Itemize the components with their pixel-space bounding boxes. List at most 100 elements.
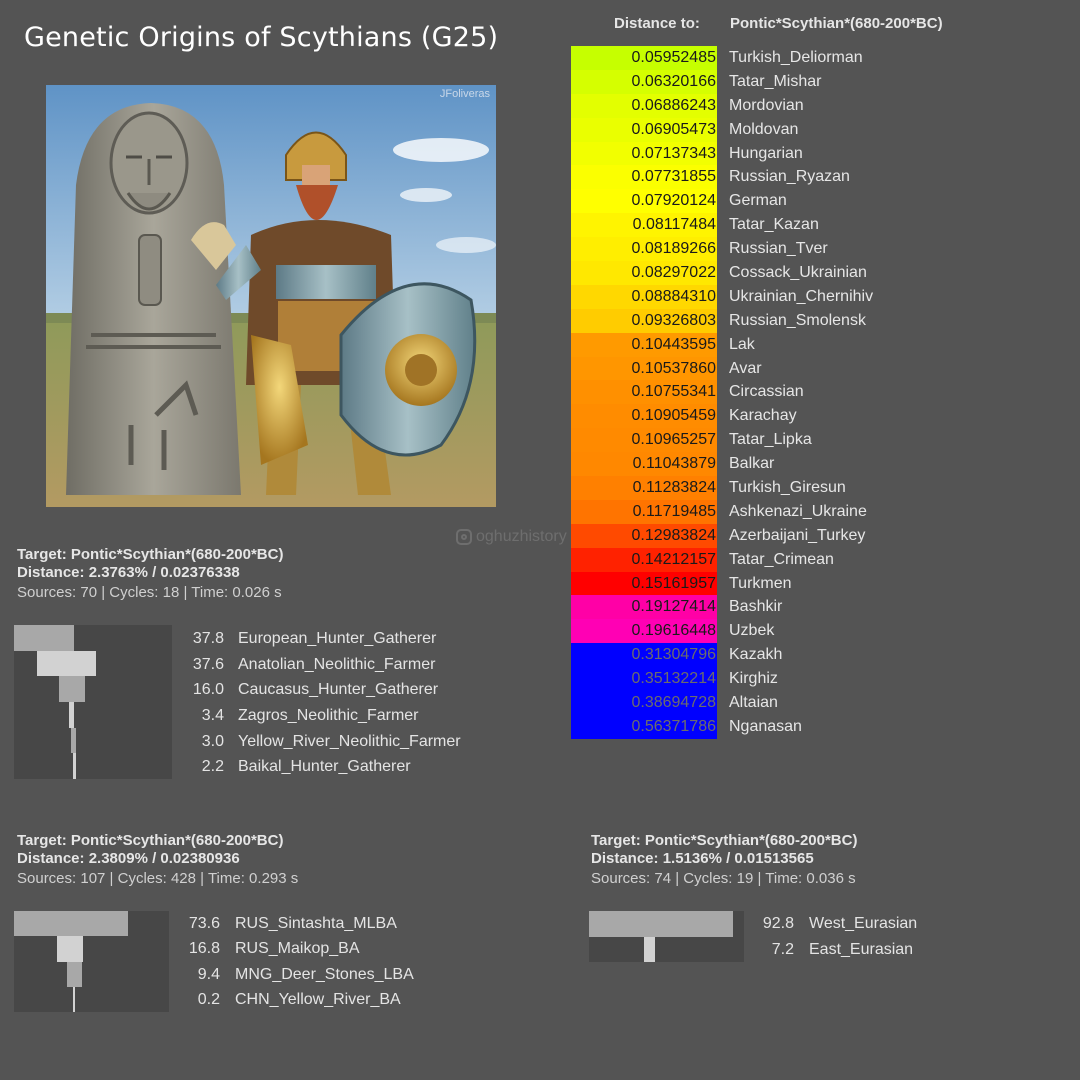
admixture-bar: [57, 936, 84, 962]
population-name: Bashkir: [729, 598, 783, 616]
population-name: Tatar_Lipka: [729, 431, 812, 449]
population-name: Turkmen: [729, 574, 792, 592]
distance-value: 0.08117484: [571, 213, 717, 238]
component-name: Anatolian_Neolithic_Farmer: [238, 655, 436, 673]
component-value: 9.4: [197, 965, 220, 983]
component-list-1: 37.8 European_Hunter_Gatherer 37.6 Anatolia…: [172, 626, 461, 780]
panel-meta: Sources: 74 | Cycles: 19 | Time: 0.036 s: [591, 870, 856, 887]
component-name: European_Hunter_Gatherer: [238, 630, 437, 647]
component-name: MNG_Deer_Stones_LBA: [235, 965, 414, 983]
distance-value: 0.35132214: [571, 667, 717, 692]
component-name: RUS_Sintashta_MLBA: [235, 915, 397, 932]
component-name: Caucasus_Hunter_Gatherer: [238, 681, 439, 699]
component-name: Zagros_Neolithic_Farmer: [238, 707, 419, 725]
admixture-bar: [70, 727, 76, 754]
component-row: 37.8 European_Hunter_Gatherer: [172, 626, 437, 652]
illustration-credit: JFoliveras: [440, 88, 491, 100]
distance-value: 0.10755341: [571, 380, 717, 405]
distance-value: 0.08297022: [571, 261, 717, 285]
population-name: Kirghiz: [729, 670, 778, 688]
panel-distance: Distance: 2.3763% / 0.02376338: [17, 564, 240, 581]
watermark-text: oghuzhistory: [476, 528, 567, 545]
distance-value: 0.31304796: [571, 643, 717, 668]
admixture-bar: [589, 911, 733, 937]
distance-value: 0.05952485: [571, 46, 717, 70]
distance-value: 0.11719485: [571, 499, 717, 524]
panel-target: Target: Pontic*Scythian*(680-200*BC): [591, 832, 858, 849]
admixture-panel-3: Target: Pontic*Scythian*(680-200*BC) Dis…: [591, 832, 857, 887]
scythian-illustration: JFoliveras: [46, 85, 496, 507]
component-name: East_Eurasian: [809, 940, 914, 958]
distance-label: Distance to:: [614, 15, 700, 32]
component-name: RUS_Maikop_BA: [235, 940, 360, 958]
distance-value: 0.10905459: [571, 404, 717, 429]
distance-value: 0.19127414: [571, 595, 717, 620]
population-name: Nganasan: [729, 717, 802, 735]
panel-distance: Distance: 2.3809% / 0.02380936: [17, 850, 240, 867]
distance-value: 0.06905473: [571, 117, 717, 142]
component-value: 16.0: [192, 681, 224, 699]
component-value: 3.0: [201, 732, 224, 750]
population-name: Russian_Ryazan: [729, 168, 850, 186]
component-value: 37.6: [192, 655, 224, 673]
distance-value: 0.12983824: [571, 523, 717, 548]
component-row: 37.6 Anatolian_Neolithic_Farmer: [172, 652, 436, 678]
admixture-bar: [14, 911, 129, 937]
distance-value: 0.06320166: [571, 69, 717, 94]
distance-value: 0.11283824: [571, 476, 717, 500]
component-row: 73.6 RUS_Sintashta_MLBA: [169, 911, 397, 936]
population-name: Uzbek: [729, 622, 775, 640]
distance-value: 0.08189266: [571, 237, 717, 262]
admixture-bar: [36, 650, 97, 677]
component-row: 92.8 West_Eurasian: [744, 911, 917, 937]
distance-value: 0.19616448: [571, 619, 717, 644]
component-value: 2.2: [201, 758, 224, 776]
distance-value: 0.07920124: [571, 189, 717, 214]
admixture-bar: [643, 936, 655, 962]
component-row: 0.2 CHN_Yellow_River_BA: [169, 987, 401, 1012]
distance-value: 0.14212157: [571, 547, 717, 572]
admixture-bar: [68, 702, 75, 728]
component-value: 0.2: [197, 990, 220, 1008]
population-name: Tatar_Mishar: [729, 72, 822, 90]
component-name: Baikal_Hunter_Gatherer: [238, 758, 411, 776]
distance-value: 0.10537860: [571, 356, 717, 381]
population-name: Russian_Smolensk: [729, 311, 866, 329]
component-value: 7.2: [771, 940, 794, 958]
distance-value: 0.07137343: [571, 141, 717, 166]
admixture-bar: [72, 986, 75, 1013]
population-name: Cossack_Ukrainian: [729, 264, 867, 282]
component-value: 16.8: [188, 940, 220, 958]
page-title: Genetic Origins of Scythians (G25): [24, 22, 499, 53]
watermark: oghuzhistory: [456, 528, 567, 546]
component-row: 3.4 Zagros_Neolithic_Farmer: [172, 703, 419, 729]
admixture-bars-3: [589, 911, 744, 962]
panel-target: Target: Pontic*Scythian*(680-200*BC): [17, 832, 284, 849]
admixture-bar: [67, 961, 82, 987]
population-name: Ashkenazi_Ukraine: [729, 502, 867, 520]
illustration-image: JFoliveras: [46, 85, 496, 507]
distance-value: 0.11043879: [571, 452, 717, 477]
population-name: Avar: [729, 359, 762, 377]
component-row: 9.4 MNG_Deer_Stones_LBA: [169, 962, 414, 987]
population-name: Mordovian: [729, 96, 804, 114]
component-name: West_Eurasian: [809, 915, 918, 932]
instagram-icon: [456, 529, 472, 545]
population-name: Lak: [729, 335, 755, 353]
component-row: 3.0 Yellow_River_Neolithic_Farmer: [172, 729, 461, 755]
admixture-bar: [72, 753, 77, 779]
admixture-bars-1: [14, 625, 172, 779]
distance-target: Pontic*Scythian*(680-200*BC): [730, 15, 943, 32]
population-name: Russian_Tver: [729, 240, 828, 258]
panel-meta: Sources: 107 | Cycles: 428 | Time: 0.293…: [17, 870, 299, 887]
population-name: Hungarian: [729, 144, 803, 162]
population-name: Circassian: [729, 383, 804, 401]
admixture-bar: [14, 625, 74, 651]
population-name: Turkish_Giresun: [729, 479, 846, 497]
population-name: Tatar_Kazan: [729, 216, 819, 234]
admixture-panel-1: Target: Pontic*Scythian*(680-200*BC) Dis…: [17, 546, 283, 601]
component-name: CHN_Yellow_River_BA: [235, 990, 401, 1008]
component-row: 16.8 RUS_Maikop_BA: [169, 936, 360, 961]
population-name: Turkish_Deliorman: [729, 49, 863, 66]
component-value: 37.8: [192, 630, 224, 647]
